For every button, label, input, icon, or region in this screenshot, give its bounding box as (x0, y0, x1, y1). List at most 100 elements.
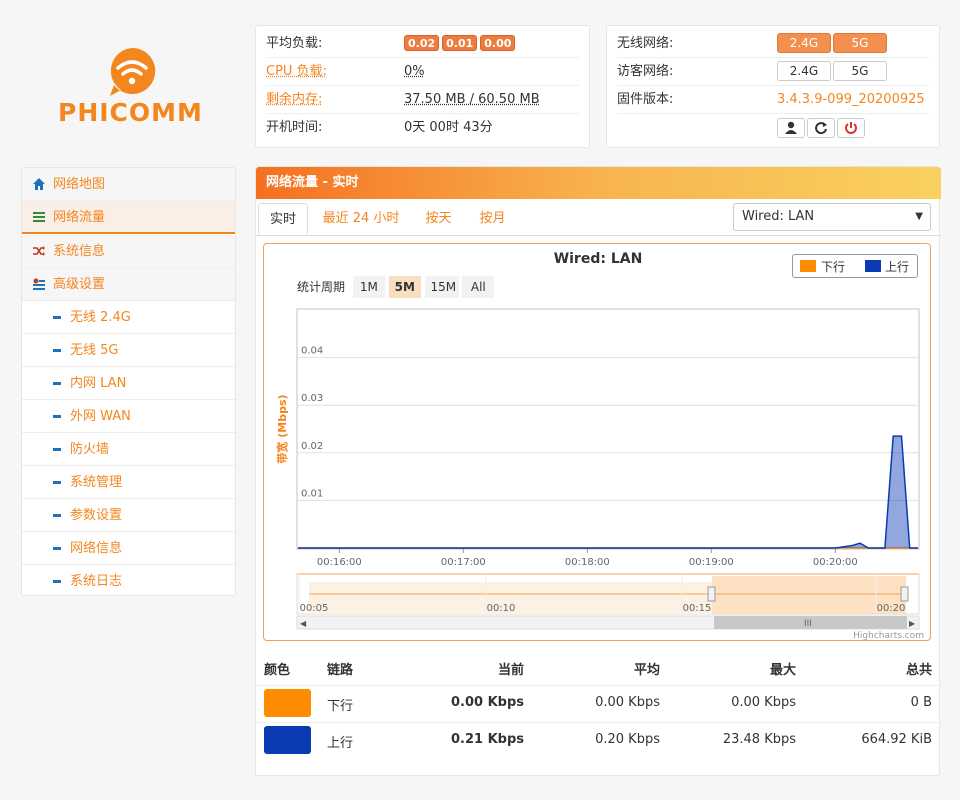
memory-value: 37.50 MB / 60.50 MB (404, 92, 540, 107)
guest-label: 访客网络: (617, 64, 674, 79)
cell-average: 0.20 Kbps (595, 732, 660, 747)
scrollbar-grip-icon: III (804, 619, 812, 629)
y-tick-label: 0.03 (301, 393, 323, 404)
cpu-label-link[interactable]: CPU 负载: (266, 58, 327, 86)
sidebar-subitem-wireless-5g[interactable]: 无线 5G (22, 334, 235, 367)
navigator-tick-label: 00:15 (683, 603, 712, 614)
sidebar-subitem-wireless-24g[interactable]: 无线 2.4G (22, 301, 235, 334)
load-label: 平均负载: (266, 36, 323, 51)
firmware-row: 固件版本: 3.4.3.9-099_20200925 (617, 86, 929, 114)
sidebar-subitem-label: 网络信息 (70, 541, 123, 556)
cell-link: 上行 (327, 736, 354, 751)
sidebar-item-label: 网络地图 (53, 177, 106, 192)
dash-icon (53, 349, 61, 352)
dash-icon (53, 316, 61, 319)
tab-last-24h[interactable]: 最近 24 小时 (316, 203, 406, 235)
traffic-chart: Wired: LAN 下行 上行 统计周期 1M 5M 15M All 0.01… (263, 243, 931, 641)
scroll-left-arrow[interactable]: ◀ (300, 619, 307, 628)
sidebar-subitem-label: 内网 LAN (70, 376, 127, 391)
y-tick-label: 0.02 (301, 441, 323, 452)
col-header-max: 最大 (769, 663, 796, 678)
power-icon[interactable] (837, 117, 865, 138)
cell-link: 下行 (327, 699, 354, 714)
tab-monthly[interactable]: 按月 (470, 203, 515, 235)
tab-divider (256, 235, 941, 236)
wifi-5g-button[interactable]: 5G (833, 33, 887, 53)
wifi-bands: 2.4G 5G (777, 30, 889, 58)
cell-max: 23.48 Kbps (722, 732, 796, 747)
range-navigator[interactable]: 00:05 00:10 00:15 00:20 ◀ ▶ III (296, 573, 920, 630)
dash-icon (53, 481, 61, 484)
cpu-value: 0% (404, 64, 425, 79)
navigator-tick-label: 00:05 (300, 603, 329, 614)
settings-icon (33, 278, 45, 290)
x-tick-label: 00:19:00 (689, 557, 734, 568)
memory-row: 剩余内存: 37.50 MB / 60.50 MB (266, 86, 579, 114)
interface-select[interactable]: Wired: LAN ▼ (733, 203, 931, 231)
table-divider (256, 685, 941, 686)
sidebar-subitem-system-management[interactable]: 系统管理 (22, 466, 235, 499)
wifi-24g-button[interactable]: 2.4G (777, 33, 831, 53)
load-1min-badge: 0.02 (404, 35, 440, 51)
sidebar-item-system-info[interactable]: 系统信息 (22, 235, 235, 268)
sidebar-subitem-firewall[interactable]: 防火墙 (22, 433, 235, 466)
home-icon (33, 178, 45, 190)
color-swatch-up (264, 726, 311, 754)
color-swatch-down (264, 689, 311, 717)
brand-name: PHICOMM (58, 98, 203, 127)
cell-current: 0.21 Kbps (450, 732, 524, 747)
y-tick-label: 0.04 (301, 346, 323, 357)
wifi-row: 无线网络: 2.4G 5G (617, 30, 929, 58)
traffic-icon (33, 212, 45, 222)
guest-5g-button[interactable]: 5G (833, 61, 887, 81)
sidebar-item-network-traffic[interactable]: 网络流量 (22, 201, 235, 234)
action-buttons-row (617, 116, 929, 144)
navigator-tick-label: 00:20 (877, 603, 906, 614)
dash-icon (53, 382, 61, 385)
load-5min-badge: 0.01 (442, 35, 478, 51)
sidebar-item-advanced-settings[interactable]: 高级设置 (22, 268, 235, 301)
sidebar-subitem-label: 参数设置 (70, 508, 123, 523)
navigator-handle-left[interactable] (707, 586, 716, 602)
phicomm-logo: PHICOMM (40, 40, 230, 140)
sidebar-item-network-map[interactable]: 网络地图 (22, 168, 235, 201)
y-axis-label: 带宽 (Mbps) (275, 394, 289, 463)
wifi-logo-icon (110, 47, 156, 96)
load-values: 0.02 0.01 0.00 (404, 30, 518, 58)
shuffle-icon (33, 246, 45, 256)
cpu-row: CPU 负载: 0% (266, 58, 579, 86)
traffic-panel: 网络流量 - 实时 实时 最近 24 小时 按天 按月 Wired: LAN ▼… (255, 166, 941, 776)
sidebar-item-label: 高级设置 (53, 277, 106, 292)
scroll-right-arrow[interactable]: ▶ (909, 619, 916, 628)
wireless-status-card: 无线网络: 2.4G 5G 访客网络: 2.4G 5G 固件版本: 3.4.3.9-… (606, 25, 940, 148)
sidebar-subitem-system-log[interactable]: 系统日志 (22, 565, 235, 598)
cell-current: 0.00 Kbps (450, 695, 524, 710)
guest-24g-button[interactable]: 2.4G (777, 61, 831, 81)
sidebar-subitem-lan[interactable]: 内网 LAN (22, 367, 235, 400)
sidebar-subitem-parameters[interactable]: 参数设置 (22, 499, 235, 532)
action-buttons (777, 114, 867, 142)
uptime-row: 开机时间: 0天 00时 43分 (266, 114, 579, 142)
dash-icon (53, 415, 61, 418)
memory-label-link[interactable]: 剩余内存: (266, 86, 322, 114)
cell-total: 0 B (910, 695, 932, 710)
firmware-value: 3.4.3.9-099_20200925 (777, 92, 925, 107)
sidebar-subitem-wan[interactable]: 外网 WAN (22, 400, 235, 433)
wifi-label: 无线网络: (617, 36, 674, 51)
navigator-handle-right[interactable] (900, 586, 909, 602)
chart-credit[interactable]: Highcharts.com (853, 631, 924, 641)
load-15min-badge: 0.00 (480, 35, 516, 51)
cell-max: 0.00 Kbps (731, 695, 796, 710)
sidebar-item-label: 系统信息 (53, 244, 106, 259)
sidebar-subitem-network-info[interactable]: 网络信息 (22, 532, 235, 565)
x-tick-label: 00:20:00 (813, 557, 858, 568)
dash-icon (53, 547, 61, 550)
dash-icon (53, 514, 61, 517)
refresh-icon[interactable] (807, 117, 835, 138)
col-header-color: 颜色 (264, 663, 291, 678)
tab-realtime[interactable]: 实时 (258, 203, 308, 235)
x-tick-label: 00:16:00 (317, 557, 362, 568)
sidebar: 网络地图 网络流量 系统信息 高级设置 无线 2.4G 无线 5G 内网 LAN… (21, 167, 236, 596)
user-icon[interactable] (777, 117, 805, 138)
tab-daily[interactable]: 按天 (416, 203, 461, 235)
